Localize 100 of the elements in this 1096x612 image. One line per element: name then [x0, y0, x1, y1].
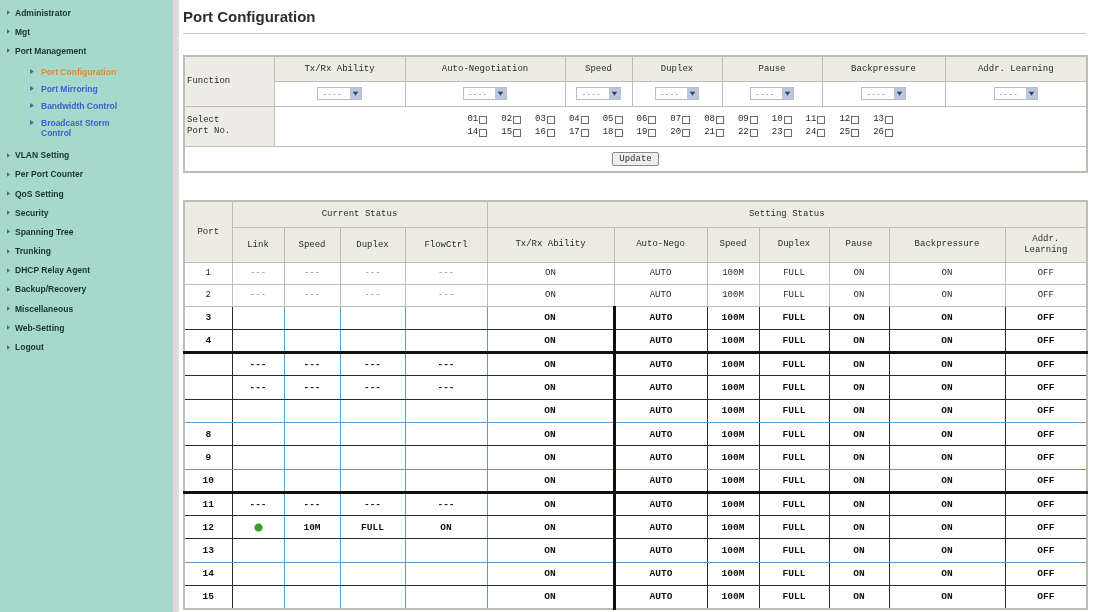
port-number: 08 [704, 114, 715, 125]
table-cell: AUTO [614, 284, 707, 306]
checkbox[interactable] [715, 128, 724, 137]
table-cell: OFF [1005, 492, 1088, 516]
table-cell: ON [829, 375, 889, 400]
triangle-bullet-icon [7, 152, 10, 158]
checkbox[interactable] [783, 115, 792, 124]
table-cell: 11 [184, 492, 232, 516]
table-cell: FULL [759, 306, 829, 330]
table-cell: --- [340, 284, 405, 306]
checkbox[interactable] [614, 115, 623, 124]
caret-icon [687, 88, 699, 99]
table-cell: 100M [707, 515, 759, 539]
dropdown[interactable]: ---- [749, 87, 795, 100]
dropdown[interactable]: ---- [993, 87, 1038, 100]
column-header: Tx/Rx Ability [274, 56, 405, 81]
checkbox[interactable] [885, 128, 894, 137]
checkbox[interactable] [851, 128, 860, 137]
column-header: Duplex [340, 227, 405, 262]
sidebar-link[interactable]: QoS Setting [0, 183, 64, 204]
checkbox[interactable] [817, 115, 826, 124]
table-cell: --- [284, 284, 340, 306]
table-cell: AUTO [614, 538, 707, 563]
column-header: Link [232, 227, 284, 262]
table-cell: ON [829, 306, 889, 330]
sidebar-link[interactable]: Miscellaneous [0, 299, 74, 319]
table-cell: ON [487, 352, 614, 376]
submenu-link[interactable]: Port Mirroring [30, 83, 98, 101]
sidebar-link[interactable]: Security [0, 203, 49, 223]
row-label: Select Port No. [184, 106, 274, 146]
checkbox[interactable] [513, 115, 522, 124]
port-number: 25 [839, 127, 851, 138]
port-number: 22 [737, 127, 749, 138]
checkbox[interactable] [749, 115, 758, 124]
checkbox[interactable] [479, 115, 488, 124]
checkbox[interactable] [648, 115, 657, 124]
sidebar-link[interactable]: Trunking [0, 241, 51, 261]
checkbox[interactable] [479, 128, 488, 137]
checkbox[interactable] [546, 128, 555, 137]
port-number: 23 [771, 127, 783, 138]
sidebar-link[interactable]: Administrator [0, 3, 71, 23]
dropdown[interactable]: ---- [654, 87, 700, 100]
checkbox[interactable] [682, 128, 691, 137]
checkbox[interactable] [580, 128, 589, 137]
table-cell: FULL [759, 422, 829, 446]
column-header: Duplex [759, 227, 829, 262]
checkbox[interactable] [513, 128, 522, 137]
table-cell: 100M [707, 492, 759, 516]
table-cell: AUTO [614, 585, 707, 609]
table-cell: FULL [759, 562, 829, 586]
submenu-link[interactable]: Broadcast Storm Control [30, 117, 125, 138]
checkbox[interactable] [851, 115, 860, 124]
table-cell: 100M [707, 399, 759, 423]
column-header: Backpressure [889, 227, 1005, 262]
dropdown[interactable]: ---- [462, 87, 508, 100]
sidebar-link[interactable]: Per Port Counter [0, 164, 83, 184]
table-cell: --- [405, 375, 487, 400]
port-number: 10 [771, 114, 783, 125]
checkbox[interactable] [580, 115, 589, 124]
checkbox[interactable] [546, 115, 555, 124]
update-button[interactable]: Update [612, 151, 659, 166]
dropdown[interactable]: ---- [861, 87, 906, 100]
sidebar-link[interactable]: Port Management [0, 41, 87, 61]
sidebar-link[interactable]: Spanning Tree [0, 222, 74, 242]
sidebar-link[interactable]: VLAN Setting [0, 145, 70, 165]
dropdown[interactable]: ---- [576, 87, 621, 100]
sidebar-link[interactable]: Logout [0, 337, 44, 357]
column-header: Auto-Nego [614, 227, 707, 262]
column-header: FlowCtrl [405, 227, 487, 262]
sidebar-link[interactable]: Backup/Recovery [0, 279, 87, 300]
table-cell: 9 [184, 445, 232, 470]
sidebar-link[interactable]: Web-Setting [0, 318, 65, 338]
column-header: Speed [565, 56, 632, 81]
checkbox[interactable] [749, 128, 758, 137]
port-number: 17 [568, 127, 580, 138]
table-cell: --- [232, 492, 284, 516]
checkbox[interactable] [614, 128, 623, 137]
table-cell: OFF [1005, 352, 1088, 376]
triangle-bullet-icon [7, 171, 10, 177]
table-cell: 100M [707, 375, 759, 400]
table-cell: 8 [184, 422, 232, 446]
table-cell: 100M [707, 445, 759, 470]
dropdown[interactable]: ---- [317, 87, 362, 100]
checkbox[interactable] [817, 128, 826, 137]
checkbox[interactable] [885, 115, 894, 124]
checkbox[interactable] [715, 115, 724, 124]
table-cell: AUTO [614, 492, 707, 516]
sidebar-link[interactable]: Mgt [0, 22, 31, 42]
table-cell: 3 [184, 306, 232, 330]
table-cell: FULL [759, 352, 829, 376]
triangle-bullet-icon [7, 10, 10, 16]
table-cell: FULL [759, 538, 829, 563]
sidebar-link[interactable]: DHCP Relay Agent [0, 260, 91, 280]
triangle-bullet-icon [7, 325, 10, 331]
checkbox[interactable] [682, 115, 691, 124]
submenu-link[interactable]: Bandwidth Control [30, 100, 117, 118]
table-cell: --- [284, 352, 340, 376]
checkbox[interactable] [783, 128, 792, 137]
checkbox[interactable] [648, 128, 657, 137]
table-cell: AUTO [614, 262, 707, 284]
